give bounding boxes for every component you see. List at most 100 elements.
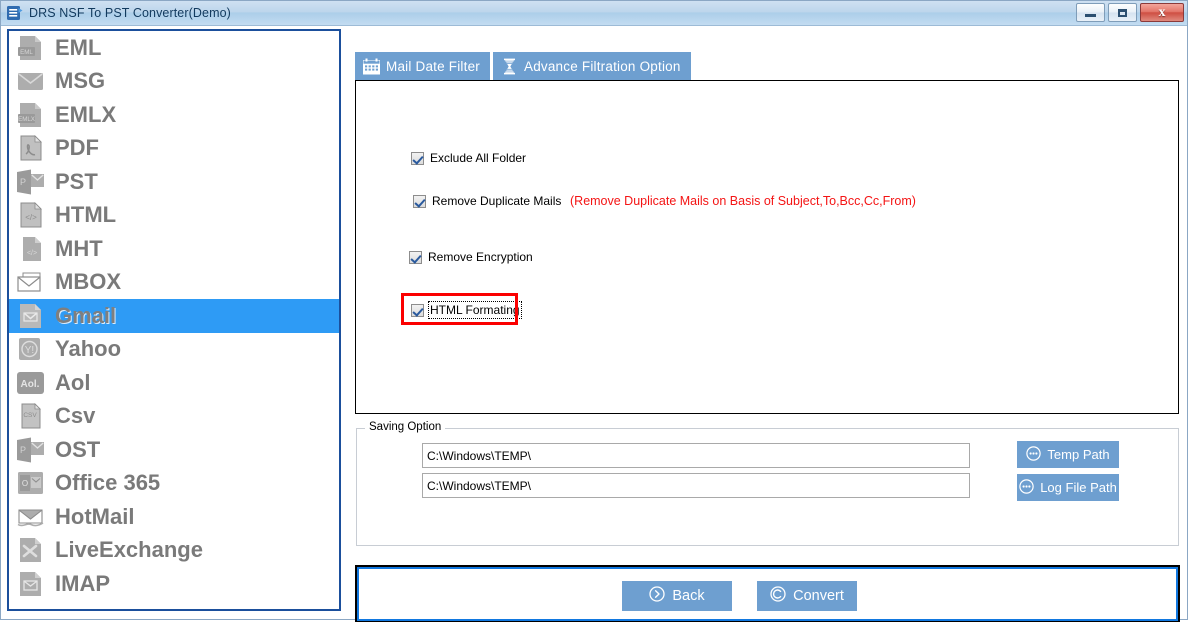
- liveexchange-file-icon: [16, 536, 46, 564]
- tab-advance-filtration-option[interactable]: Advance Filtration Option: [492, 52, 691, 80]
- log-file-path-button-label: Log File Path: [1040, 480, 1117, 495]
- svg-text:CSV: CSV: [23, 412, 37, 419]
- sidebar-item-imap[interactable]: IMAP: [9, 567, 339, 601]
- sidebar-item-label: PDF: [55, 135, 99, 161]
- sidebar-item-emlx[interactable]: EMLX EMLX: [9, 98, 339, 132]
- checkbox-row-html-formating[interactable]: HTML Formating: [411, 301, 522, 319]
- mht-code-file-icon: </>: [16, 235, 46, 263]
- temp-path-button[interactable]: Temp Path: [1017, 441, 1119, 468]
- svg-text:Y!: Y!: [25, 345, 34, 356]
- html-formating-label: HTML Formating: [428, 301, 522, 319]
- html-formating-checkbox[interactable]: [411, 303, 424, 317]
- sidebar-item-label: Csv: [55, 403, 96, 429]
- svg-text:Aol.: Aol.: [21, 379, 40, 390]
- sidebar-item-label: IMAP: [55, 570, 110, 596]
- action-button-panel: Back Convert: [355, 565, 1180, 622]
- sidebar-item-label: Office 365: [55, 470, 161, 496]
- sidebar-item-gmail[interactable]: Gmail: [9, 299, 339, 333]
- sidebar-item-label: HotMail: [55, 503, 135, 529]
- sidebar-item-html[interactable]: </> HTML: [9, 199, 339, 233]
- main-window: DRS NSF To PST Converter(Demo) x EML EML M…: [0, 0, 1188, 622]
- saving-option-group: Saving Option C:\Windows\TEMP\ C:\Window…: [356, 421, 1179, 546]
- minimize-button[interactable]: [1076, 3, 1105, 22]
- sidebar-item-label: MSG: [55, 68, 106, 94]
- aol-icon: Aol.: [16, 369, 46, 397]
- window-controls: x: [1076, 3, 1184, 22]
- sidebar-item-msg[interactable]: MSG: [9, 65, 339, 99]
- log-file-path-button[interactable]: Log File Path: [1017, 474, 1119, 501]
- sidebar-item-mbox[interactable]: MBOX: [9, 266, 339, 300]
- sidebar-item-aol[interactable]: Aol. Aol: [9, 366, 339, 400]
- csv-file-icon: CSV: [16, 402, 46, 430]
- msg-envelope-icon: [16, 67, 46, 95]
- circle-c-icon: [770, 586, 786, 606]
- close-icon: x: [1158, 4, 1166, 20]
- sidebar-item-hotmail[interactable]: HotMail: [9, 500, 339, 534]
- back-button-label: Back: [672, 588, 705, 604]
- pst-outlook-icon: P: [16, 168, 46, 196]
- svg-text:</>: </>: [27, 250, 37, 257]
- convert-button-label: Convert: [793, 588, 844, 604]
- close-button[interactable]: x: [1140, 3, 1184, 22]
- convert-button[interactable]: Convert: [757, 581, 857, 611]
- checkbox-row-exclude-all-folder[interactable]: Exclude All Folder: [411, 151, 526, 165]
- temp-path-input[interactable]: C:\Windows\TEMP\: [422, 443, 970, 468]
- emlx-file-icon: EMLX: [16, 101, 46, 129]
- window-title: DRS NSF To PST Converter(Demo): [29, 6, 231, 20]
- sidebar-item-label: Aol: [55, 369, 91, 395]
- temp-path-button-label: Temp Path: [1047, 447, 1110, 462]
- sidebar-item-label: EMLX: [55, 101, 117, 127]
- title-bar: DRS NSF To PST Converter(Demo) x: [1, 1, 1187, 26]
- checkbox-row-remove-duplicate-mails[interactable]: Remove Duplicate Mails: [413, 194, 561, 208]
- svg-text:EMLX: EMLX: [18, 116, 35, 123]
- sidebar-item-label: LiveExchange: [55, 537, 203, 563]
- sidebar-item-ost[interactable]: P OST: [9, 433, 339, 467]
- right-pane: Mail Date Filter Advance Filtration Opti…: [351, 26, 1183, 622]
- sidebar-item-office-365[interactable]: O Office 365: [9, 467, 339, 501]
- svg-text:P: P: [20, 445, 26, 455]
- exclude-all-folder-checkbox[interactable]: [411, 151, 424, 165]
- remove-duplicate-mails-checkbox[interactable]: [413, 194, 426, 208]
- saving-option-legend: Saving Option: [365, 421, 446, 433]
- calendar-icon: [363, 58, 380, 75]
- format-list-sidebar[interactable]: EML EML MSG EMLX EMLX PDF P PST </> HTML </> MHT MBO…: [7, 29, 341, 611]
- checkbox-row-remove-encryption[interactable]: Remove Encryption: [409, 250, 533, 264]
- sidebar-item-yahoo[interactable]: Y! Yahoo: [9, 333, 339, 367]
- minimize-icon: [1085, 14, 1096, 17]
- tab-mail-date-filter-label: Mail Date Filter: [386, 58, 480, 74]
- sidebar-item-pdf[interactable]: PDF: [9, 132, 339, 166]
- sidebar-item-label: HTML: [55, 202, 117, 228]
- dots-circle-icon: [1019, 478, 1034, 497]
- client-area: EML EML MSG EMLX EMLX PDF P PST </> HTML </> MHT MBO…: [1, 26, 1187, 622]
- html-code-file-icon: </>: [16, 201, 46, 229]
- svg-text:</>: </>: [25, 213, 37, 222]
- app-logo-icon: [6, 5, 23, 22]
- yahoo-circle-icon: Y!: [16, 335, 46, 363]
- sidebar-item-csv[interactable]: CSV Csv: [9, 400, 339, 434]
- tab-bar: Mail Date Filter Advance Filtration Opti…: [355, 52, 691, 80]
- circle-arrow-right-icon: [649, 586, 666, 606]
- log-file-path-input[interactable]: C:\Windows\TEMP\: [422, 473, 970, 498]
- sidebar-item-mht[interactable]: </> MHT: [9, 232, 339, 266]
- application-window-root: DRS NSF To PST Converter(Demo) x EML EML M…: [0, 0, 1190, 622]
- back-button[interactable]: Back: [622, 581, 732, 611]
- sidebar-item-eml[interactable]: EML EML: [9, 31, 339, 65]
- sidebar-item-label: Gmail: [55, 302, 117, 328]
- ost-outlook-icon: P: [16, 436, 46, 464]
- tab-mail-date-filter[interactable]: Mail Date Filter: [355, 52, 490, 80]
- gmail-envelope-icon: [16, 302, 46, 330]
- svg-text:P: P: [20, 177, 26, 187]
- sidebar-item-liveexchange[interactable]: LiveExchange: [9, 534, 339, 568]
- eml-file-icon: EML: [16, 34, 46, 62]
- sidebar-item-label: OST: [55, 436, 101, 462]
- sidebar-item-label: MBOX: [55, 269, 121, 295]
- remove-encryption-label: Remove Encryption: [428, 250, 533, 264]
- tab-advance-filtration-option-label: Advance Filtration Option: [523, 58, 681, 74]
- remove-encryption-checkbox[interactable]: [409, 250, 422, 264]
- sidebar-item-pst[interactable]: P PST: [9, 165, 339, 199]
- maximize-button[interactable]: [1108, 3, 1137, 22]
- advance-filtration-panel: Exclude All Folder Remove Duplicate Mail…: [355, 80, 1179, 414]
- sidebar-item-label: Yahoo: [55, 336, 122, 362]
- pdf-file-icon: [16, 134, 46, 162]
- remove-duplicate-hint-text: (Remove Duplicate Mails on Basis of Subj…: [570, 194, 916, 208]
